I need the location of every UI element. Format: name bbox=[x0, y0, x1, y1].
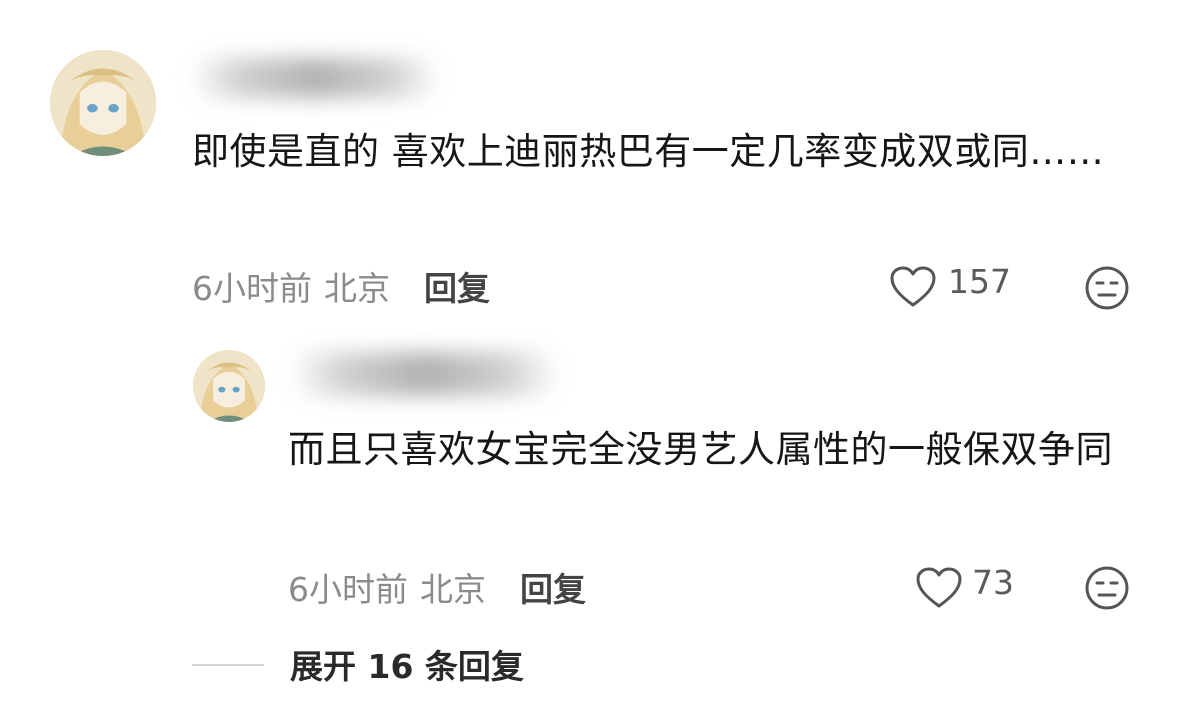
reply-text: 而且只喜欢女宝完全没男艺人属性的一般保双争同 bbox=[288, 428, 1113, 471]
reply-like-count: 73 bbox=[972, 563, 1014, 602]
expand-divider bbox=[192, 664, 264, 666]
avatar-illustration bbox=[50, 50, 156, 156]
comment-dislike-button[interactable] bbox=[1084, 265, 1130, 311]
heart-outline-icon bbox=[916, 567, 962, 608]
comment-meta: 6小时前 北京 回复 bbox=[192, 262, 490, 310]
meh-face-icon bbox=[1085, 566, 1129, 610]
reply-location: 北京 bbox=[420, 570, 486, 609]
comment-like-count: 157 bbox=[948, 262, 1011, 301]
comment-reply-button[interactable]: 回复 bbox=[424, 262, 490, 310]
commenter-avatar[interactable] bbox=[50, 50, 156, 156]
heart-outline-icon bbox=[890, 266, 936, 307]
expand-replies-button[interactable]: 展开 16 条回复 bbox=[290, 640, 524, 688]
reply-dislike-button[interactable] bbox=[1084, 565, 1130, 611]
avatar-illustration bbox=[193, 350, 265, 422]
comment-like-button[interactable] bbox=[889, 265, 937, 309]
reply-username-blurred[interactable] bbox=[290, 352, 560, 396]
meh-face-icon bbox=[1085, 266, 1129, 310]
comment-location: 北京 bbox=[324, 269, 390, 308]
reply-avatar[interactable] bbox=[193, 350, 265, 422]
comment-text: 即使是直的 喜欢上迪丽热巴有一定几率变成双或同…… bbox=[192, 130, 1105, 173]
username-blurred[interactable] bbox=[190, 58, 440, 98]
reply-like-button[interactable] bbox=[915, 566, 963, 610]
comment-time: 6小时前 bbox=[192, 269, 312, 308]
reply-meta: 6小时前 北京 回复 bbox=[288, 563, 586, 611]
reply-time: 6小时前 bbox=[288, 570, 408, 609]
reply-reply-button[interactable]: 回复 bbox=[520, 563, 586, 611]
